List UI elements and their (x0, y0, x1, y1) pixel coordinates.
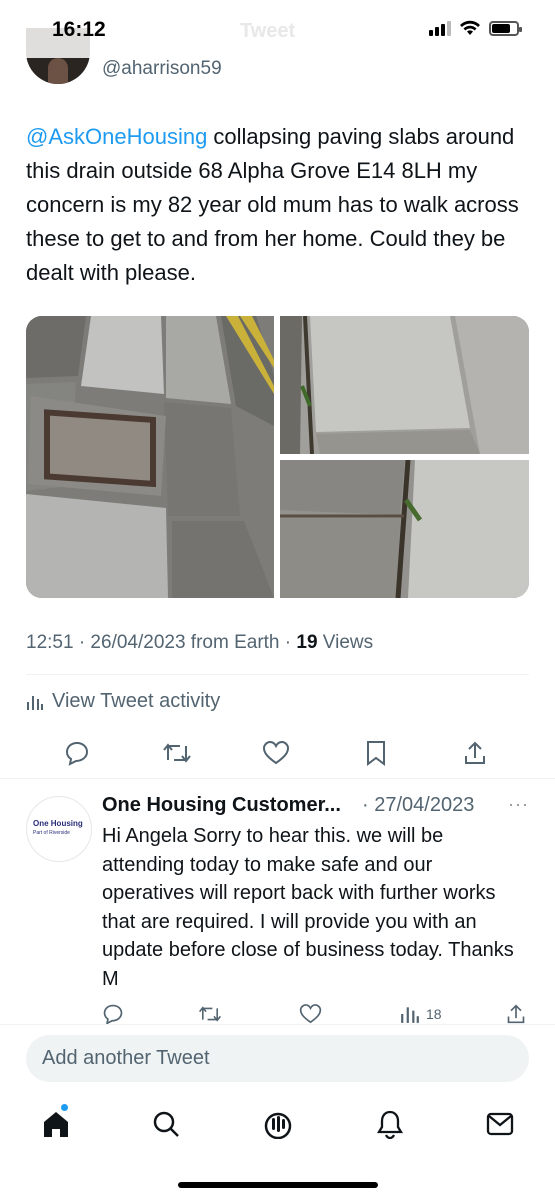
more-icon[interactable]: ··· (508, 794, 529, 815)
add-tweet-input[interactable]: Add another Tweet (26, 1035, 529, 1082)
view-tweet-activity[interactable]: View Tweet activity (26, 690, 220, 713)
photo-slab-crack-bottom[interactable] (280, 460, 529, 598)
bottom-tab-bar (0, 1102, 555, 1146)
reply-date: · 27/04/2023 (362, 794, 475, 816)
status-time: 16:12 (52, 18, 106, 41)
spaces-icon[interactable] (258, 1102, 298, 1146)
status-icons (429, 20, 522, 36)
divider (26, 674, 529, 675)
reply-author-name[interactable]: One Housing Customer... (102, 794, 341, 817)
timestamp: 12:51 · 26/04/2023 from Earth · (26, 632, 297, 653)
home-indicator (178, 1182, 378, 1188)
wifi-icon (460, 20, 480, 35)
share-icon[interactable] (458, 736, 492, 770)
photo-slab-crack-top[interactable] (280, 316, 529, 454)
tweet-text: @AskOneHousing collapsing paving slabs a… (26, 120, 531, 290)
analytics-icon (27, 695, 43, 710)
media-grid (26, 316, 529, 598)
views-count: 19 (296, 632, 318, 653)
battery-icon (489, 20, 522, 36)
divider (0, 778, 555, 779)
header-title: Tweet (240, 20, 296, 42)
photo-drain-cover[interactable] (26, 316, 274, 598)
avatar-org-text: One Housing (33, 819, 83, 828)
retweet-icon[interactable] (160, 736, 194, 770)
cellular-signal-icon (429, 20, 451, 36)
notifications-icon[interactable] (370, 1102, 410, 1146)
home-icon[interactable] (36, 1102, 76, 1146)
views-label: Views (317, 632, 374, 653)
reply-icon[interactable] (60, 736, 94, 770)
tweet-meta: 12:51 · 26/04/2023 from Earth · 19 Views (26, 632, 373, 654)
mention-link[interactable]: @AskOneHousing (26, 124, 207, 149)
messages-icon[interactable] (480, 1102, 520, 1146)
search-icon[interactable] (146, 1102, 186, 1146)
tweet-actions (0, 736, 555, 770)
reply-text: Hi Angela Sorry to hear this. we will be… (102, 825, 514, 990)
activity-label: View Tweet activity (52, 690, 221, 712)
status-bar: Tweet 16:12 (0, 0, 555, 62)
notification-dot (60, 1103, 69, 1112)
reply-avatar[interactable]: One Housing Part of Riverside (26, 796, 92, 862)
avatar-sub-text: Part of Riverside (33, 830, 70, 836)
reply-views-count: 18 (426, 1006, 442, 1022)
bookmark-icon[interactable] (359, 736, 393, 770)
like-icon[interactable] (259, 736, 293, 770)
